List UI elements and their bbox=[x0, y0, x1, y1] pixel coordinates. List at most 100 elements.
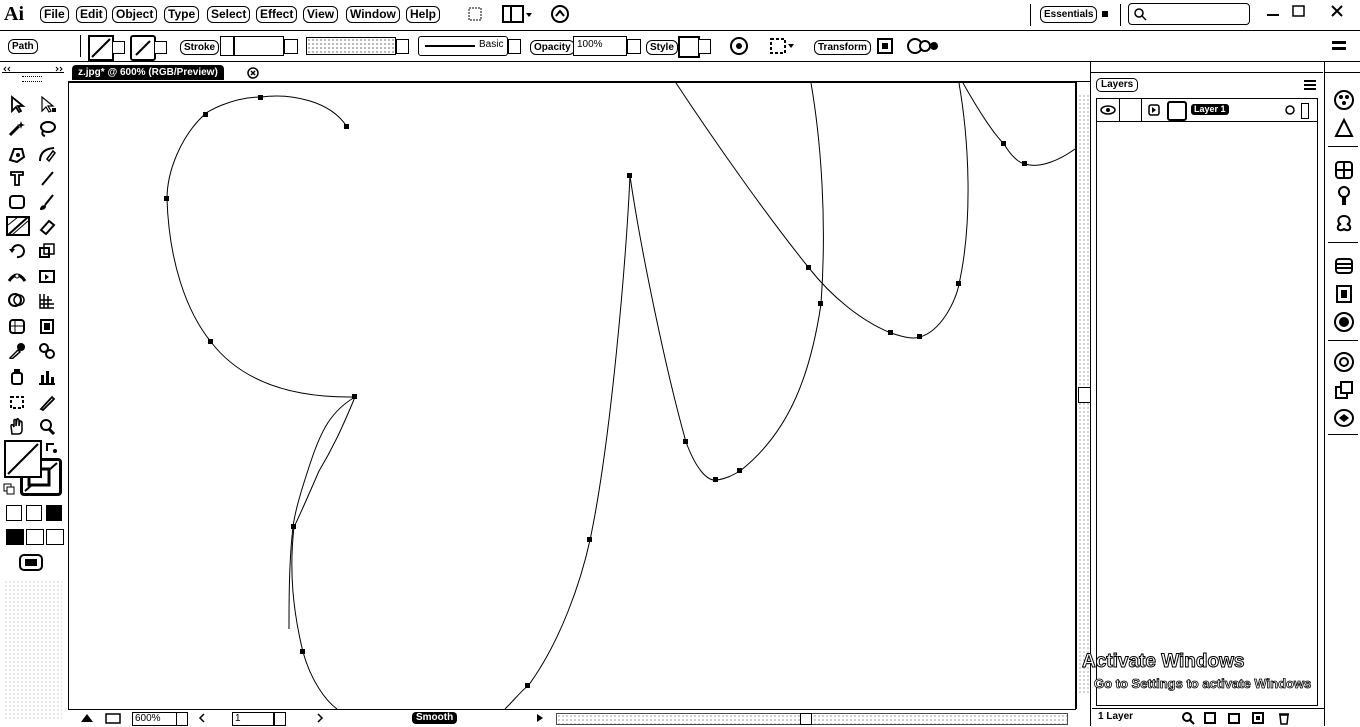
target-icon[interactable] bbox=[1283, 103, 1297, 117]
document-tab[interactable]: z.jpg* @ 600% (RGB/Preview) bbox=[72, 65, 224, 80]
opacity-field[interactable]: 100% bbox=[573, 36, 627, 56]
new-layer-icon[interactable] bbox=[1250, 710, 1266, 726]
style-dropdown[interactable] bbox=[698, 39, 711, 54]
rectangle-tool[interactable] bbox=[6, 192, 28, 212]
opacity-dropdown[interactable] bbox=[627, 39, 641, 54]
scale-tool[interactable] bbox=[36, 240, 58, 260]
menu-object[interactable]: Object bbox=[112, 6, 158, 23]
isolate-object-icon[interactable] bbox=[874, 35, 896, 57]
artboard-field[interactable]: 1 bbox=[232, 712, 274, 726]
stroke-weight-stepper[interactable] bbox=[220, 36, 234, 56]
profile-dropdown[interactable] bbox=[396, 39, 409, 54]
variable-width-profile[interactable] bbox=[306, 37, 396, 55]
canvas[interactable] bbox=[68, 82, 1076, 710]
none-button[interactable] bbox=[46, 505, 62, 521]
horizontal-scroll-track[interactable] bbox=[556, 713, 1068, 725]
panel-menu-icon[interactable] bbox=[1328, 37, 1350, 55]
eyedropper-tool[interactable] bbox=[6, 340, 28, 360]
eraser-tool[interactable] bbox=[36, 216, 58, 236]
fill-stroke-widget[interactable] bbox=[2, 438, 62, 496]
menu-file[interactable]: File bbox=[40, 6, 69, 23]
gradient-panel-icon[interactable] bbox=[1332, 282, 1356, 306]
width-tool[interactable] bbox=[6, 266, 28, 286]
menu-help[interactable]: Help bbox=[406, 6, 441, 23]
expand-layer-icon[interactable] bbox=[1147, 103, 1161, 117]
color-guide-icon[interactable] bbox=[1332, 116, 1356, 140]
search-input[interactable] bbox=[1128, 3, 1250, 25]
zoom-dropdown[interactable] bbox=[176, 712, 188, 726]
screen-mode-icon[interactable] bbox=[16, 550, 48, 574]
mesh-tool[interactable] bbox=[6, 316, 28, 336]
menu-type[interactable]: Type bbox=[164, 6, 200, 23]
curvature-tool[interactable] bbox=[36, 144, 58, 164]
transform-button[interactable]: Transform bbox=[814, 40, 871, 55]
gradient-button[interactable] bbox=[26, 505, 42, 521]
recolor-artwork-icon[interactable] bbox=[728, 35, 750, 57]
fill-color-box[interactable] bbox=[4, 440, 42, 478]
magic-wand-tool[interactable] bbox=[6, 118, 28, 138]
make-clipping-mask-icon[interactable] bbox=[1202, 710, 1218, 726]
panel-options-icon[interactable] bbox=[1302, 78, 1318, 92]
maximize-icon[interactable] bbox=[1288, 2, 1310, 20]
rotate-view-icon[interactable] bbox=[78, 711, 96, 725]
zoom-tool[interactable] bbox=[36, 416, 58, 436]
gpu-performance-icon[interactable] bbox=[548, 3, 572, 25]
selection-tool[interactable] bbox=[6, 94, 28, 114]
appearance-icon[interactable] bbox=[1332, 350, 1356, 374]
slice-tool[interactable] bbox=[36, 392, 58, 412]
close-icon[interactable] bbox=[1326, 2, 1348, 20]
blend-tool[interactable] bbox=[36, 340, 58, 360]
workspace-switcher[interactable]: Essentials bbox=[1040, 6, 1098, 23]
menu-window[interactable]: Window bbox=[346, 6, 400, 23]
direct-selection-tool[interactable] bbox=[36, 94, 58, 114]
trash-icon[interactable] bbox=[1276, 710, 1292, 726]
layer-row[interactable]: Layer 1 bbox=[1097, 99, 1317, 122]
arrange-documents-icon[interactable] bbox=[500, 3, 534, 25]
draw-behind-button[interactable] bbox=[26, 529, 44, 545]
gradient-tool[interactable] bbox=[36, 316, 58, 336]
eye-icon[interactable] bbox=[1099, 102, 1117, 118]
fill-dropdown[interactable] bbox=[112, 41, 125, 54]
menu-effect[interactable]: Effect bbox=[256, 6, 298, 23]
stroke-weight-dropdown[interactable] bbox=[284, 39, 298, 54]
status-menu-icon[interactable] bbox=[534, 712, 546, 724]
type-tool[interactable] bbox=[6, 168, 28, 188]
horizontal-scroll-thumb[interactable] bbox=[800, 713, 812, 725]
brush-dropdown[interactable] bbox=[508, 39, 521, 54]
stroke-weight-field[interactable] bbox=[234, 36, 284, 56]
export-icon[interactable] bbox=[104, 711, 122, 725]
close-tab-icon[interactable] bbox=[246, 66, 260, 80]
vertical-scrollbar[interactable] bbox=[1076, 82, 1091, 709]
hand-tool[interactable] bbox=[6, 416, 28, 436]
layer-name[interactable]: Layer 1 bbox=[1191, 104, 1229, 115]
swap-fill-stroke-icon[interactable] bbox=[44, 440, 58, 454]
shaper-tool[interactable] bbox=[6, 216, 30, 236]
default-fill-stroke-icon[interactable] bbox=[2, 482, 16, 496]
brush-definition[interactable]: Basic bbox=[418, 36, 508, 56]
artboard-dropdown[interactable] bbox=[274, 712, 286, 726]
minimize-icon[interactable] bbox=[1262, 2, 1284, 20]
pen-tool[interactable] bbox=[6, 144, 28, 164]
new-sublayer-icon[interactable] bbox=[1226, 710, 1242, 726]
symbols-icon[interactable] bbox=[1332, 212, 1356, 236]
style-swatch[interactable] bbox=[678, 36, 700, 58]
column-graph-tool[interactable] bbox=[36, 366, 58, 386]
prev-artboard-icon[interactable] bbox=[196, 712, 208, 724]
paintbrush-tool[interactable] bbox=[36, 192, 58, 212]
stroke-swatch[interactable] bbox=[130, 35, 156, 61]
free-transform-tool[interactable] bbox=[36, 266, 58, 286]
align-options-icon[interactable] bbox=[768, 35, 796, 57]
stroke-label[interactable]: Stroke bbox=[180, 40, 220, 55]
bridge-icon[interactable] bbox=[466, 5, 484, 23]
tab-layers[interactable]: Layers bbox=[1096, 78, 1139, 92]
perspective-grid-tool[interactable] bbox=[36, 290, 58, 310]
document-setup-icon[interactable] bbox=[904, 35, 940, 57]
symbol-sprayer-tool[interactable] bbox=[6, 366, 28, 386]
next-artboard-icon[interactable] bbox=[314, 712, 326, 724]
menu-select[interactable]: Select bbox=[207, 6, 251, 23]
fill-swatch[interactable] bbox=[88, 35, 114, 61]
zoom-field[interactable]: 600% bbox=[132, 712, 178, 726]
stroke-dropdown[interactable] bbox=[154, 41, 167, 54]
opacity-label[interactable]: Opacity bbox=[530, 40, 575, 55]
color-panel-icon[interactable] bbox=[1332, 88, 1356, 112]
